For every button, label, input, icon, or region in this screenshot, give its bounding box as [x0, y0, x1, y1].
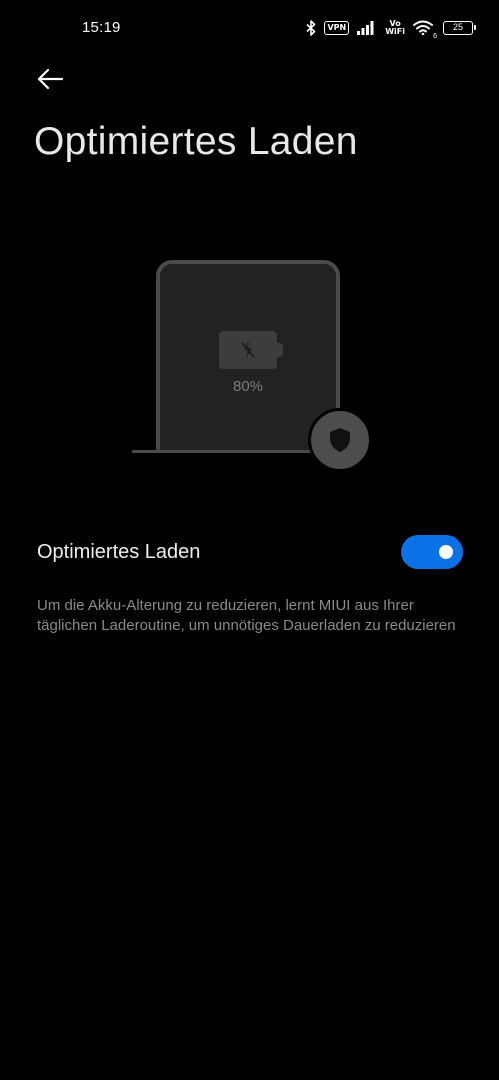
- vowifi-icon: Vo WiFi: [385, 20, 405, 36]
- wifi-icon: 6: [413, 20, 437, 40]
- back-button[interactable]: [30, 62, 70, 96]
- charging-disabled-icon: [241, 341, 255, 359]
- vpn-icon: VPN: [324, 21, 350, 35]
- status-icons: VPN Vo WiFi 6 25: [306, 17, 476, 40]
- status-time: 15:19: [82, 19, 121, 36]
- arrow-left-icon: [37, 68, 64, 90]
- wifi-badge: 6: [433, 33, 437, 40]
- setting-label: Optimiertes Laden: [37, 540, 201, 563]
- setting-description: Um die Akku-Alterung zu reduzieren, lern…: [37, 597, 456, 634]
- page-title: Optimiertes Laden: [34, 120, 358, 163]
- optimized-charging-illustration: 80%: [130, 258, 372, 472]
- battery-icon: 25: [443, 21, 476, 35]
- battery-graphic: [219, 331, 283, 369]
- signal-icon: [357, 21, 374, 35]
- optimized-charging-toggle[interactable]: [401, 535, 463, 569]
- optimized-charging-setting[interactable]: Optimiertes Laden: [37, 530, 463, 574]
- shield-icon: [330, 428, 350, 452]
- shield-badge: [308, 408, 372, 472]
- status-bar: 15:19 VPN Vo WiFi 6 25: [0, 0, 499, 58]
- battery-percent-label: 80%: [232, 378, 264, 395]
- bluetooth-icon: [306, 20, 316, 36]
- toggle-knob: [439, 545, 453, 559]
- vowifi-bottom: WiFi: [385, 27, 405, 36]
